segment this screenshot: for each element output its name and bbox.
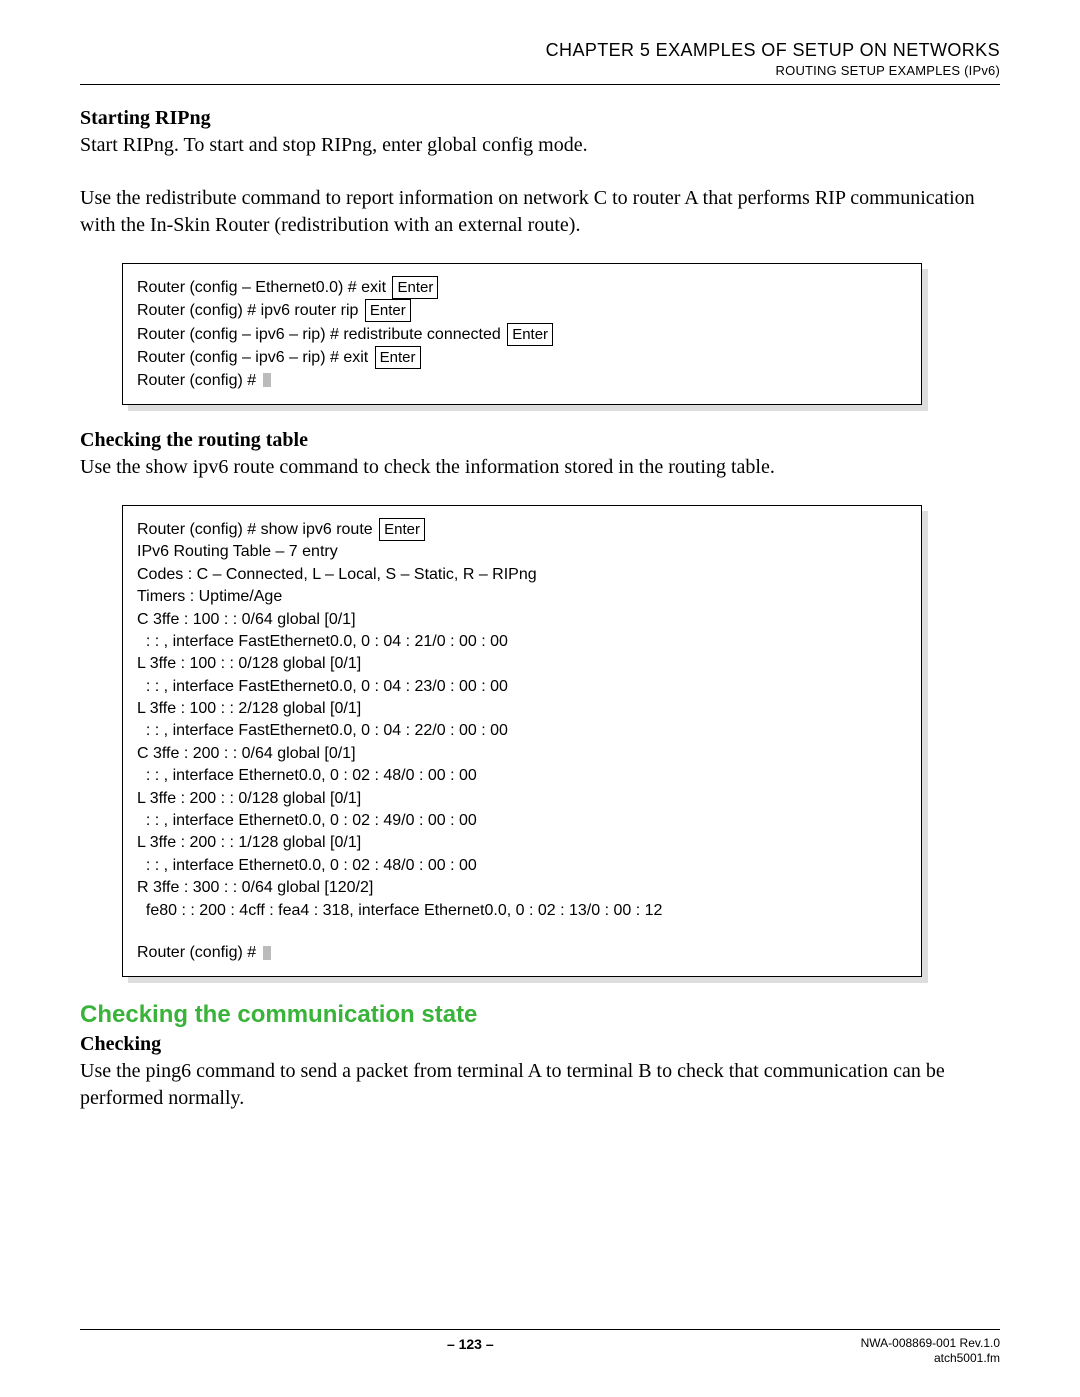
enter-key: Enter	[365, 299, 411, 322]
code-line: Router (config) # show ipv6 route Enter	[137, 518, 907, 541]
code-line: R 3ffe : 300 : : 0/64 global [120/2]	[137, 877, 907, 899]
footer-doc-info: NWA-008869-001 Rev.1.0 atch5001.fm	[861, 1336, 1000, 1367]
cursor-icon	[263, 946, 271, 960]
code-line: L 3ffe : 200 : : 0/128 global [0/1]	[137, 788, 907, 810]
code-line: C 3ffe : 200 : : 0/64 global [0/1]	[137, 743, 907, 765]
section-text: Start RIPng. To start and stop RIPng, en…	[80, 132, 1000, 159]
code-line: Router (config) #	[137, 942, 907, 964]
code-text: Router (config) #	[137, 944, 256, 961]
code-line: Codes : C – Connected, L – Local, S – St…	[137, 564, 907, 586]
code-box-1: Router (config – Ethernet0.0) # exit Ent…	[122, 263, 922, 405]
code-text: Router (config) # ipv6 router rip	[137, 302, 358, 319]
code-text: Router (config) #	[137, 372, 256, 389]
code-line: Router (config) #	[137, 370, 907, 392]
green-heading-checking-comm: Checking the communication state	[80, 1001, 1000, 1029]
page-header: CHAPTER 5 EXAMPLES OF SETUP ON NETWORKS …	[80, 40, 1000, 78]
code-line: : : , interface Ethernet0.0, 0 : 02 : 49…	[137, 810, 907, 832]
section-text: Use the show ipv6 route command to check…	[80, 454, 1000, 481]
footer-doc-file: atch5001.fm	[861, 1351, 1000, 1367]
enter-key: Enter	[379, 518, 425, 541]
code-line: L 3ffe : 100 : : 2/128 global [0/1]	[137, 698, 907, 720]
enter-key: Enter	[375, 346, 421, 369]
section-title-checking: Checking	[80, 1033, 1000, 1056]
cursor-icon	[263, 373, 271, 387]
code-line: : : , interface FastEthernet0.0, 0 : 04 …	[137, 631, 907, 653]
page-footer: – 123 – NWA-008869-001 Rev.1.0 atch5001.…	[80, 1329, 1000, 1367]
code-line: fe80 : : 200 : 4cff : fea4 : 318, interf…	[137, 900, 907, 922]
code-text: Router (config – Ethernet0.0) # exit	[137, 279, 386, 296]
code-line: : : , interface Ethernet0.0, 0 : 02 : 48…	[137, 855, 907, 877]
enter-key: Enter	[507, 323, 553, 346]
code-line: Timers : Uptime/Age	[137, 586, 907, 608]
enter-key: Enter	[392, 276, 438, 299]
code-line: C 3ffe : 100 : : 0/64 global [0/1]	[137, 609, 907, 631]
code-line: Router (config) # ipv6 router rip Enter	[137, 299, 907, 322]
code-text: Router (config) # show ipv6 route	[137, 521, 373, 538]
code-text: Router (config – ipv6 – rip) # redistrib…	[137, 326, 501, 343]
code-box-content: Router (config – Ethernet0.0) # exit Ent…	[122, 263, 922, 405]
code-line: L 3ffe : 100 : : 0/128 global [0/1]	[137, 653, 907, 675]
code-box-2: Router (config) # show ipv6 route Enter …	[122, 505, 922, 977]
code-line: Router (config – ipv6 – rip) # exit Ente…	[137, 346, 907, 369]
section-text: Use the redistribute command to report i…	[80, 185, 1000, 239]
section-title-starting-ripng: Starting RIPng	[80, 107, 1000, 130]
chapter-label: CHAPTER 5 EXAMPLES OF SETUP ON NETWORKS	[80, 40, 1000, 61]
section-title-checking-routing: Checking the routing table	[80, 429, 1000, 452]
footer-rule	[80, 1329, 1000, 1330]
code-line: Router (config – Ethernet0.0) # exit Ent…	[137, 276, 907, 299]
footer-doc-id: NWA-008869-001 Rev.1.0	[861, 1336, 1000, 1352]
code-line: Router (config – ipv6 – rip) # redistrib…	[137, 323, 907, 346]
code-line: : : , interface FastEthernet0.0, 0 : 04 …	[137, 676, 907, 698]
header-rule	[80, 84, 1000, 85]
code-line: L 3ffe : 200 : : 1/128 global [0/1]	[137, 832, 907, 854]
code-box-content: Router (config) # show ipv6 route Enter …	[122, 505, 922, 977]
code-line: : : , interface FastEthernet0.0, 0 : 04 …	[137, 720, 907, 742]
section-text: Use the ping6 command to send a packet f…	[80, 1058, 1000, 1112]
code-text: Router (config – ipv6 – rip) # exit	[137, 349, 368, 366]
page: CHAPTER 5 EXAMPLES OF SETUP ON NETWORKS …	[0, 0, 1080, 1397]
code-line: : : , interface Ethernet0.0, 0 : 02 : 48…	[137, 765, 907, 787]
code-line: IPv6 Routing Table – 7 entry	[137, 541, 907, 563]
page-number: – 123 –	[447, 1336, 494, 1352]
footer-row: – 123 – NWA-008869-001 Rev.1.0 atch5001.…	[80, 1336, 1000, 1367]
header-subtitle: ROUTING SETUP EXAMPLES (IPv6)	[80, 63, 1000, 78]
